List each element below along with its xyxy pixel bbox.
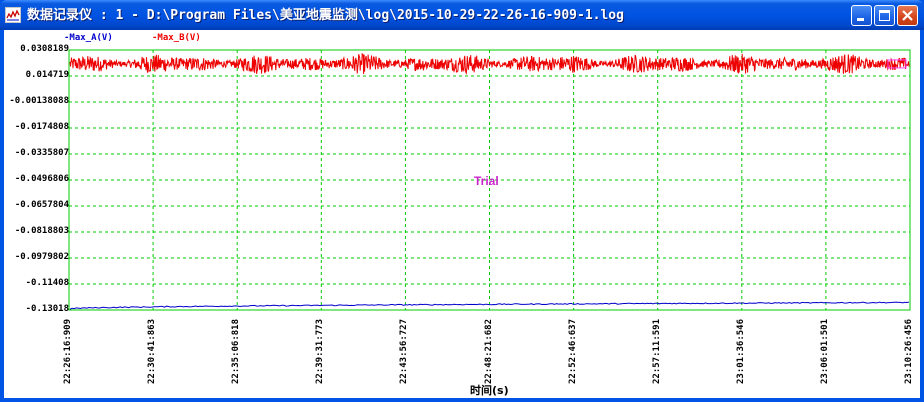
y-tick-label: -0.0174808 <box>14 122 69 132</box>
x-tick-label: 23:01:36:546 <box>735 318 746 384</box>
close-button[interactable] <box>897 5 918 26</box>
x-tick-label: 22:43:56:727 <box>399 318 410 384</box>
y-tick-label: -0.00138088 <box>9 96 69 106</box>
trial-watermark: Trial <box>474 174 499 188</box>
y-tick-label: -0.13018 <box>25 304 69 314</box>
y-tick-label: -0.0496806 <box>14 174 69 184</box>
y-tick-label: -0.0657804 <box>14 200 69 210</box>
y-tick-label: -0.11408 <box>25 278 69 288</box>
minimize-button[interactable] <box>851 5 872 26</box>
maximize-button[interactable] <box>874 5 895 26</box>
maximize-icon <box>879 10 890 21</box>
app-window: 数据记录仪 : 1 - D:\Program Files\美亚地震监测\log\… <box>0 0 924 402</box>
x-tick-label: 23:10:26:456 <box>904 318 914 384</box>
x-tick-label: 22:52:46:637 <box>567 318 578 384</box>
y-tick-label: -0.0335807 <box>14 148 69 158</box>
line-chart[interactable] <box>4 30 920 398</box>
title-bar[interactable]: 数据记录仪 : 1 - D:\Program Files\美亚地震监测\log\… <box>0 0 924 30</box>
chart-area: -Max_A(V) -Max_B(V) 0.0308189 0.014719 -0.… <box>4 30 920 398</box>
x-tick-label: 22:35:06:818 <box>231 318 242 384</box>
x-tick-label: 22:57:11:591 <box>651 318 662 384</box>
window-title: 数据记录仪 : 1 - D:\Program Files\美亚地震监测\log\… <box>27 8 624 23</box>
x-tick-label: 22:26:16:909 <box>63 318 73 384</box>
y-tick-label: 0.014719 <box>25 70 69 80</box>
x-tick-label: 22:30:41:863 <box>147 318 158 384</box>
x-tick-label: 22:39:31:773 <box>315 318 326 384</box>
y-tick-label: -0.0818803 <box>14 226 69 236</box>
x-axis-title: 时间(s) <box>470 384 509 397</box>
y-tick-label: 0.0308189 <box>20 44 69 54</box>
x-tick-label: 23:06:01:501 <box>819 318 830 384</box>
close-icon <box>902 10 913 21</box>
x-tick-label: 22:48:21:682 <box>483 318 494 384</box>
minimize-icon <box>857 18 864 21</box>
chart-window-icon[interactable] <box>5 7 21 23</box>
y-tick-label: -0.0979802 <box>14 252 69 262</box>
